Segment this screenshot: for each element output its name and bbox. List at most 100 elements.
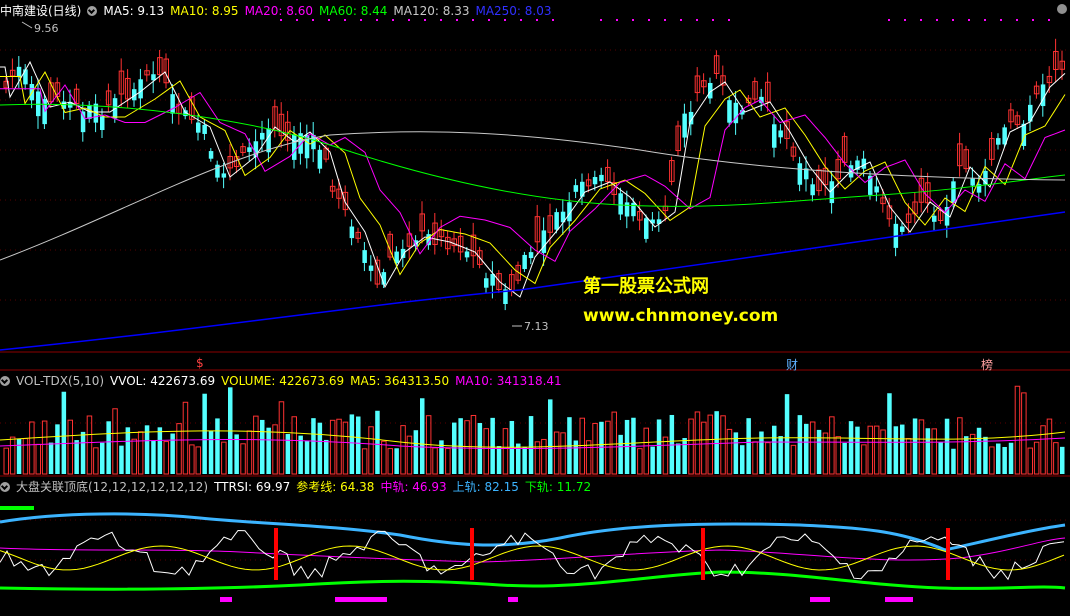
volume-bar-up: [3, 447, 9, 475]
candle-body-down: [202, 124, 207, 134]
volume-bar-down: [202, 393, 207, 474]
candle-body-down: [644, 218, 649, 239]
volume-bar-down: [375, 410, 380, 474]
volume-bar-up: [752, 441, 758, 475]
volume-bar-up: [131, 438, 137, 475]
volume-bar-down: [298, 435, 303, 474]
volume-bar-down: [599, 421, 604, 474]
candle-body-down: [151, 74, 156, 81]
signal-bar: [701, 528, 705, 580]
volume-bar-up: [809, 421, 816, 475]
volume-bar-down: [157, 427, 163, 474]
candle-body-down: [138, 79, 143, 99]
volume-bar-up: [291, 416, 297, 475]
ma120-value: MA120: 8.33: [393, 4, 470, 18]
candle-body-down: [528, 252, 534, 259]
volume-bar-up: [195, 446, 201, 475]
event-ranking-marker[interactable]: 榜: [981, 356, 993, 373]
volume-bar-down: [55, 424, 60, 474]
candle-body-down: [554, 212, 559, 230]
ma5-line: [0, 60, 1066, 298]
event-finance-marker[interactable]: 财: [786, 356, 798, 373]
volume-bar-down: [772, 425, 777, 474]
volume-bar-down: [1002, 446, 1007, 474]
chevron-down-icon[interactable]: [87, 6, 98, 16]
ma20-value: MA20: 8.60: [244, 4, 313, 18]
volume-bar-up: [637, 448, 643, 475]
volume-bar-up: [765, 442, 771, 475]
vvol-value: VVOL: 422673.69: [110, 374, 216, 388]
candle-body-down: [573, 185, 579, 192]
volume-bar-down: [676, 443, 681, 474]
candle-body-down: [221, 173, 227, 178]
volume-bar-down: [125, 427, 131, 474]
volume-bar-up: [163, 441, 169, 475]
volume-bar-up: [688, 418, 694, 475]
volume-bar-down: [260, 419, 265, 474]
volume-bar-up: [86, 415, 93, 475]
volume-bar-up: [701, 421, 707, 475]
volume-bar-up: [643, 427, 649, 475]
volume-bar-up: [387, 448, 393, 475]
volume-bar-down: [496, 446, 502, 474]
volume-bar-down: [74, 440, 79, 474]
candle-body-down: [804, 168, 809, 180]
volume-bar-up: [918, 419, 925, 475]
marker-dot: [1000, 19, 1002, 21]
volume-bar-up: [445, 447, 451, 475]
volume-bar-up: [502, 428, 509, 475]
volume-bar-up: [694, 411, 701, 475]
kline-chart-canvas[interactable]: [0, 0, 1070, 616]
marker-dot: [936, 19, 938, 21]
volume-bar-up: [137, 431, 144, 475]
candle-body-down: [522, 254, 527, 270]
indicator-flag: [0, 506, 34, 510]
candle-body-down: [23, 69, 28, 85]
vol-ma10-value: MA10: 341318.41: [455, 374, 562, 388]
candle-body-down: [196, 122, 201, 133]
volume-bar-up: [246, 430, 253, 475]
ttrsi-value: TTRSI: 69.97: [214, 480, 291, 494]
volume-bar-down: [413, 430, 419, 474]
marker-dot: [632, 19, 634, 21]
volume-bar-up: [406, 435, 413, 475]
volume-value: VOLUME: 422673.69: [221, 374, 345, 388]
candle-body-down: [797, 163, 803, 185]
volume-bar-up: [726, 428, 733, 475]
candle-body-down: [932, 215, 937, 222]
volume-bar-up: [1053, 442, 1059, 475]
chevron-down-icon[interactable]: [0, 376, 10, 386]
candle-body-down: [464, 251, 470, 258]
marker-dot: [664, 19, 666, 21]
volume-bar-up: [381, 440, 387, 475]
volume-bar-down: [848, 421, 854, 474]
volume-bar-down: [816, 429, 822, 474]
volume-bar-down: [80, 431, 86, 474]
event-dividend-marker[interactable]: $: [196, 356, 204, 370]
volume-bar-down: [48, 442, 54, 474]
candle-body-down: [618, 193, 623, 215]
indicator-title: 大盘关联顶底(12,12,12,12,12,12): [16, 480, 209, 494]
volume-bar-down: [797, 415, 803, 474]
volume-bar-up: [329, 419, 336, 475]
candle-body-down: [317, 149, 323, 169]
volume-bar-up: [221, 441, 227, 475]
volume-bar-up: [278, 401, 285, 475]
volume-bar-up: [592, 422, 598, 475]
volume-bar-down: [925, 428, 931, 474]
volume-bar-down: [714, 411, 719, 474]
candle-body-down: [599, 174, 604, 182]
chevron-down-icon[interactable]: [0, 482, 10, 492]
pane-scroll-icon[interactable]: [1057, 4, 1067, 14]
marker-dot: [728, 19, 730, 21]
signal-bar: [274, 528, 278, 580]
volume-bar-up: [662, 436, 669, 475]
marker-dot: [968, 19, 970, 21]
high-price-label: 9.56: [34, 22, 59, 35]
marker-dot: [696, 19, 698, 21]
volume-bar-down: [784, 394, 790, 474]
upper-band-line: [0, 512, 1066, 552]
lower-band-value: 下轨: 11.72: [524, 480, 592, 494]
volume-bar-up: [41, 420, 48, 475]
volume-bar-down: [61, 391, 67, 474]
